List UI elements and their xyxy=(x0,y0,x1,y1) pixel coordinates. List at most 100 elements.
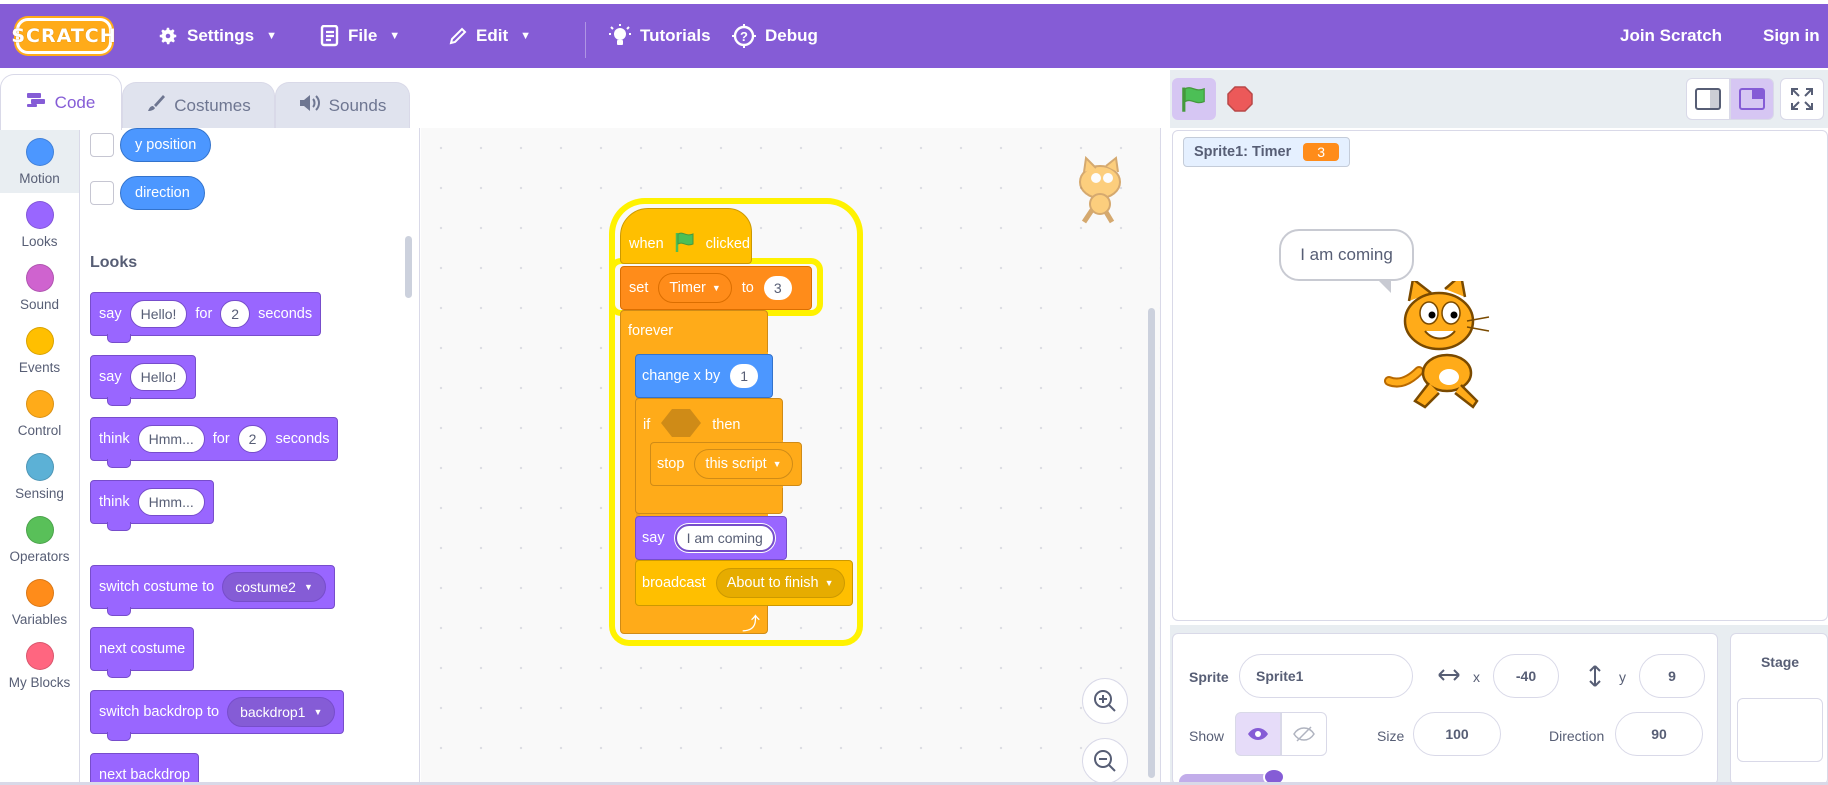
file-icon xyxy=(320,25,340,47)
settings-menu[interactable]: Settings ▼ xyxy=(157,4,277,68)
zoom-in-button[interactable] xyxy=(1082,678,1128,724)
edit-menu[interactable]: Edit ▼ xyxy=(448,4,531,68)
block-text: if xyxy=(643,417,651,433)
fullscreen-button[interactable] xyxy=(1780,78,1824,120)
category-events[interactable]: Events xyxy=(0,319,79,382)
block-text: clicked xyxy=(705,236,750,252)
small-stage-button[interactable] xyxy=(1686,78,1730,120)
value-input[interactable]: 1 xyxy=(730,364,758,388)
cat-sprite[interactable] xyxy=(1379,272,1519,426)
stage-thumbnail[interactable] xyxy=(1737,698,1823,762)
sprite-name-input[interactable]: Sprite1 xyxy=(1239,654,1413,698)
backdrop-dropdown[interactable]: backdrop1 ▼ xyxy=(227,697,336,727)
direction-label: Direction xyxy=(1549,728,1605,744)
value-input[interactable]: 3 xyxy=(763,276,792,300)
direction-checkbox[interactable] xyxy=(90,181,114,205)
category-sound[interactable]: Sound xyxy=(0,256,79,319)
palette-scrollbar[interactable] xyxy=(405,236,412,298)
zoom-out-button[interactable] xyxy=(1082,738,1128,784)
normal-stage-button[interactable] xyxy=(1730,78,1774,120)
debug-button[interactable]: ? Debug xyxy=(731,4,818,68)
think-for-secs-block[interactable]: think Hmm... for 2 seconds xyxy=(90,417,339,468)
block-text: for xyxy=(195,306,213,322)
tutorials-button[interactable]: Tutorials xyxy=(608,4,711,68)
stage-selector[interactable]: Stage xyxy=(1730,633,1828,785)
message-input[interactable]: I am coming xyxy=(674,524,775,552)
green-flag-icon xyxy=(1182,87,1205,112)
y-position-reporter[interactable]: y position xyxy=(120,128,212,162)
stop-button[interactable] xyxy=(1218,78,1262,120)
block-text: set xyxy=(629,280,649,296)
switch-costume-block[interactable]: switch costume to costume2 ▼ xyxy=(90,565,335,616)
empty-boolean-slot[interactable] xyxy=(660,408,702,442)
sign-in-button[interactable]: Sign in xyxy=(1763,4,1820,68)
fullscreen-icon xyxy=(1791,88,1813,110)
y-arrows-icon xyxy=(1587,664,1603,693)
seconds-input[interactable]: 2 xyxy=(220,300,251,328)
broadcast-block[interactable]: broadcast About to finish ▼ xyxy=(635,560,853,606)
y-position-checkbox[interactable] xyxy=(90,133,114,157)
tab-sounds[interactable]: Sounds xyxy=(275,82,410,128)
say-block[interactable]: say Hello! xyxy=(90,355,197,406)
edit-label: Edit xyxy=(476,26,509,45)
say-block-script[interactable]: say I am coming xyxy=(635,516,787,560)
file-menu[interactable]: File ▼ xyxy=(320,4,400,68)
message-dropdown[interactable]: About to finish ▼ xyxy=(715,568,845,598)
block-text: seconds xyxy=(275,431,330,447)
stage-canvas[interactable]: Sprite1: Timer 3 I am coming xyxy=(1172,130,1828,621)
workspace-scrollbar[interactable] xyxy=(1148,308,1155,778)
direction-input[interactable]: 90 xyxy=(1615,712,1703,756)
stop-block[interactable]: stop this script ▼ xyxy=(650,442,802,486)
my-blocks-dot-icon xyxy=(25,642,54,670)
message-input[interactable]: Hello! xyxy=(129,300,188,328)
variable-dropdown[interactable]: Timer ▼ xyxy=(658,273,732,303)
tab-code[interactable]: Code xyxy=(0,74,122,130)
think-block[interactable]: think Hmm... xyxy=(90,480,214,531)
caret-down-icon: ▼ xyxy=(711,283,721,293)
message-input[interactable]: Hmm... xyxy=(137,425,205,453)
x-input[interactable]: -40 xyxy=(1493,654,1559,698)
message-input[interactable]: Hello! xyxy=(129,363,188,391)
tab-costumes[interactable]: Costumes xyxy=(122,82,275,128)
caret-down-icon: ▼ xyxy=(772,459,782,469)
repeat-arrow-icon: ⤴ xyxy=(742,614,760,634)
show-visible-button[interactable] xyxy=(1235,712,1281,756)
category-looks[interactable]: Looks xyxy=(0,193,79,256)
zoom-out-icon xyxy=(1094,750,1116,772)
next-costume-block[interactable]: next costume xyxy=(90,627,195,678)
costume-dropdown[interactable]: costume2 ▼ xyxy=(222,572,326,602)
block-text: broadcast xyxy=(642,575,706,591)
green-flag-button[interactable] xyxy=(1172,78,1216,120)
x-label: x xyxy=(1473,669,1480,685)
category-operators[interactable]: Operators xyxy=(0,508,79,571)
set-variable-block[interactable]: set Timer ▼ to 3 xyxy=(620,266,812,310)
variables-dot-icon xyxy=(25,579,54,607)
y-input[interactable]: 9 xyxy=(1639,654,1705,698)
code-icon xyxy=(26,92,47,113)
scratch-logo[interactable]: SCRATCH xyxy=(11,18,116,54)
block-text: when xyxy=(629,236,664,252)
caret-down-icon: ▼ xyxy=(266,30,277,42)
change-x-block[interactable]: change x by 1 xyxy=(635,354,773,398)
size-input[interactable]: 100 xyxy=(1413,712,1501,756)
show-hidden-button[interactable] xyxy=(1281,712,1327,756)
message-input[interactable]: Hmm... xyxy=(137,488,205,516)
join-scratch-button[interactable]: Join Scratch xyxy=(1620,4,1722,68)
stop-option-dropdown[interactable]: this script ▼ xyxy=(694,449,793,479)
category-my-blocks[interactable]: My Blocks xyxy=(0,634,79,697)
sprite-info-panel: Sprite Sprite1 x -40 y 9 Show Size 100 D… xyxy=(1172,633,1718,785)
category-motion[interactable]: Motion xyxy=(0,130,79,193)
category-control[interactable]: Control xyxy=(0,382,79,445)
when-flag-clicked-block[interactable]: when clicked xyxy=(620,208,752,264)
seconds-input[interactable]: 2 xyxy=(237,425,268,453)
category-sensing[interactable]: Sensing xyxy=(0,445,79,508)
direction-reporter[interactable]: direction xyxy=(120,176,205,210)
dropdown-value: costume2 xyxy=(235,579,296,595)
say-for-secs-block[interactable]: say Hello! for 2 seconds xyxy=(90,292,322,343)
variable-monitor[interactable]: Sprite1: Timer 3 xyxy=(1183,137,1351,167)
switch-backdrop-block[interactable]: switch backdrop to backdrop1 ▼ xyxy=(90,690,345,741)
category-variables[interactable]: Variables xyxy=(0,571,79,634)
next-backdrop-block[interactable]: next backdrop xyxy=(90,753,200,785)
block-text: switch costume to xyxy=(99,579,215,595)
if-label-row: if then xyxy=(643,408,740,442)
